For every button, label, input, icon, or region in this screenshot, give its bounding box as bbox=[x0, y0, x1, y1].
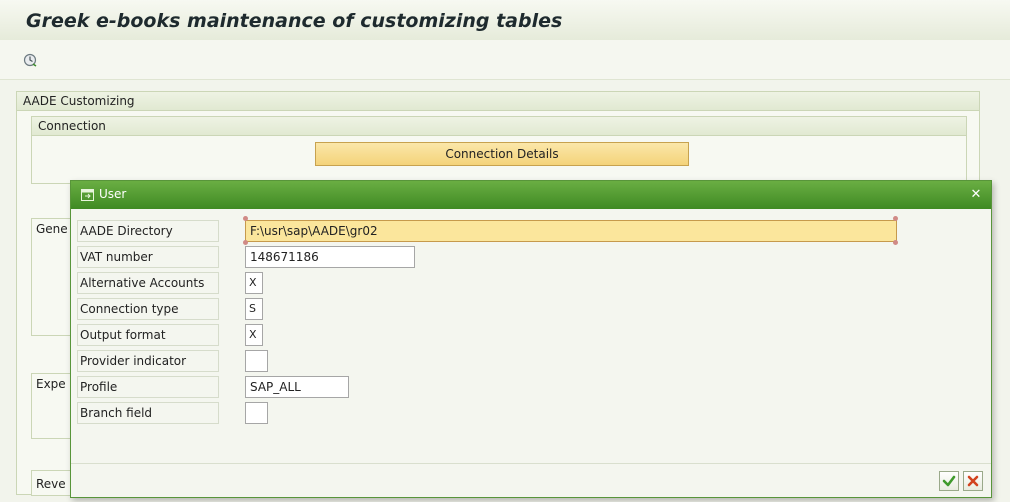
connection-type-input[interactable]: S bbox=[245, 298, 263, 320]
field-row-provider-indicator: Provider indicator bbox=[77, 350, 277, 374]
aade-directory-input[interactable]: F:\usr\sap\AADE\gr02 bbox=[245, 220, 897, 242]
checkmark-icon bbox=[942, 475, 956, 487]
output-format-label: Output format bbox=[77, 324, 219, 346]
page-title: Greek e-books maintenance of customizing… bbox=[26, 10, 563, 32]
revenue-group-label: Reve bbox=[36, 477, 66, 491]
dialog-window-icon bbox=[81, 189, 94, 201]
output-format-input[interactable]: X bbox=[245, 324, 263, 346]
connection-details-button[interactable]: Connection Details bbox=[315, 142, 689, 166]
resize-handle[interactable] bbox=[243, 240, 248, 245]
profile-label: Profile bbox=[77, 376, 219, 398]
profile-input[interactable]: SAP_ALL bbox=[245, 376, 349, 398]
connection-type-label: Connection type bbox=[77, 298, 219, 320]
dialog-footer bbox=[71, 463, 991, 497]
cancel-button[interactable] bbox=[963, 471, 983, 491]
alternative-accounts-label: Alternative Accounts bbox=[77, 272, 219, 294]
aade-customizing-header: AADE Customizing bbox=[17, 92, 979, 111]
general-group-label: Gene bbox=[36, 222, 68, 236]
cancel-x-icon bbox=[967, 475, 979, 487]
field-row-connection-type: Connection type S bbox=[77, 298, 277, 322]
provider-indicator-label: Provider indicator bbox=[77, 350, 219, 372]
branch-field-label: Branch field bbox=[77, 402, 219, 424]
close-icon[interactable]: ✕ bbox=[969, 187, 983, 202]
dialog-title: User bbox=[99, 187, 127, 201]
field-row-output-format: Output format X bbox=[77, 324, 277, 348]
resize-handle[interactable] bbox=[893, 216, 898, 221]
vat-number-label: VAT number bbox=[77, 246, 219, 268]
confirm-button[interactable] bbox=[939, 471, 959, 491]
alternative-accounts-input[interactable]: X bbox=[245, 272, 263, 294]
aade-directory-label: AADE Directory bbox=[77, 220, 219, 242]
vat-number-input[interactable]: 148671186 bbox=[245, 246, 415, 268]
connection-header: Connection bbox=[32, 117, 966, 136]
dialog-title-bar[interactable]: User ✕ bbox=[71, 181, 991, 209]
expenses-group-label: Expe bbox=[36, 377, 66, 391]
window-title-bar: Greek e-books maintenance of customizing… bbox=[0, 0, 1010, 40]
user-dialog: User ✕ AADE Directory F:\usr\sap\AADE\gr… bbox=[70, 180, 992, 498]
resize-handle[interactable] bbox=[243, 216, 248, 221]
field-row-aade-directory: AADE Directory F:\usr\sap\AADE\gr02 bbox=[77, 220, 977, 244]
field-row-branch-field: Branch field bbox=[77, 402, 277, 426]
provider-indicator-input[interactable] bbox=[245, 350, 268, 372]
field-row-profile: Profile SAP_ALL bbox=[77, 376, 377, 400]
resize-handle[interactable] bbox=[893, 240, 898, 245]
branch-field-input[interactable] bbox=[245, 402, 268, 424]
field-row-alternative-accounts: Alternative Accounts X bbox=[77, 272, 277, 296]
execute-clock-icon[interactable] bbox=[23, 53, 37, 67]
field-row-vat-number: VAT number 148671186 bbox=[77, 246, 477, 270]
application-toolbar bbox=[0, 40, 1010, 80]
